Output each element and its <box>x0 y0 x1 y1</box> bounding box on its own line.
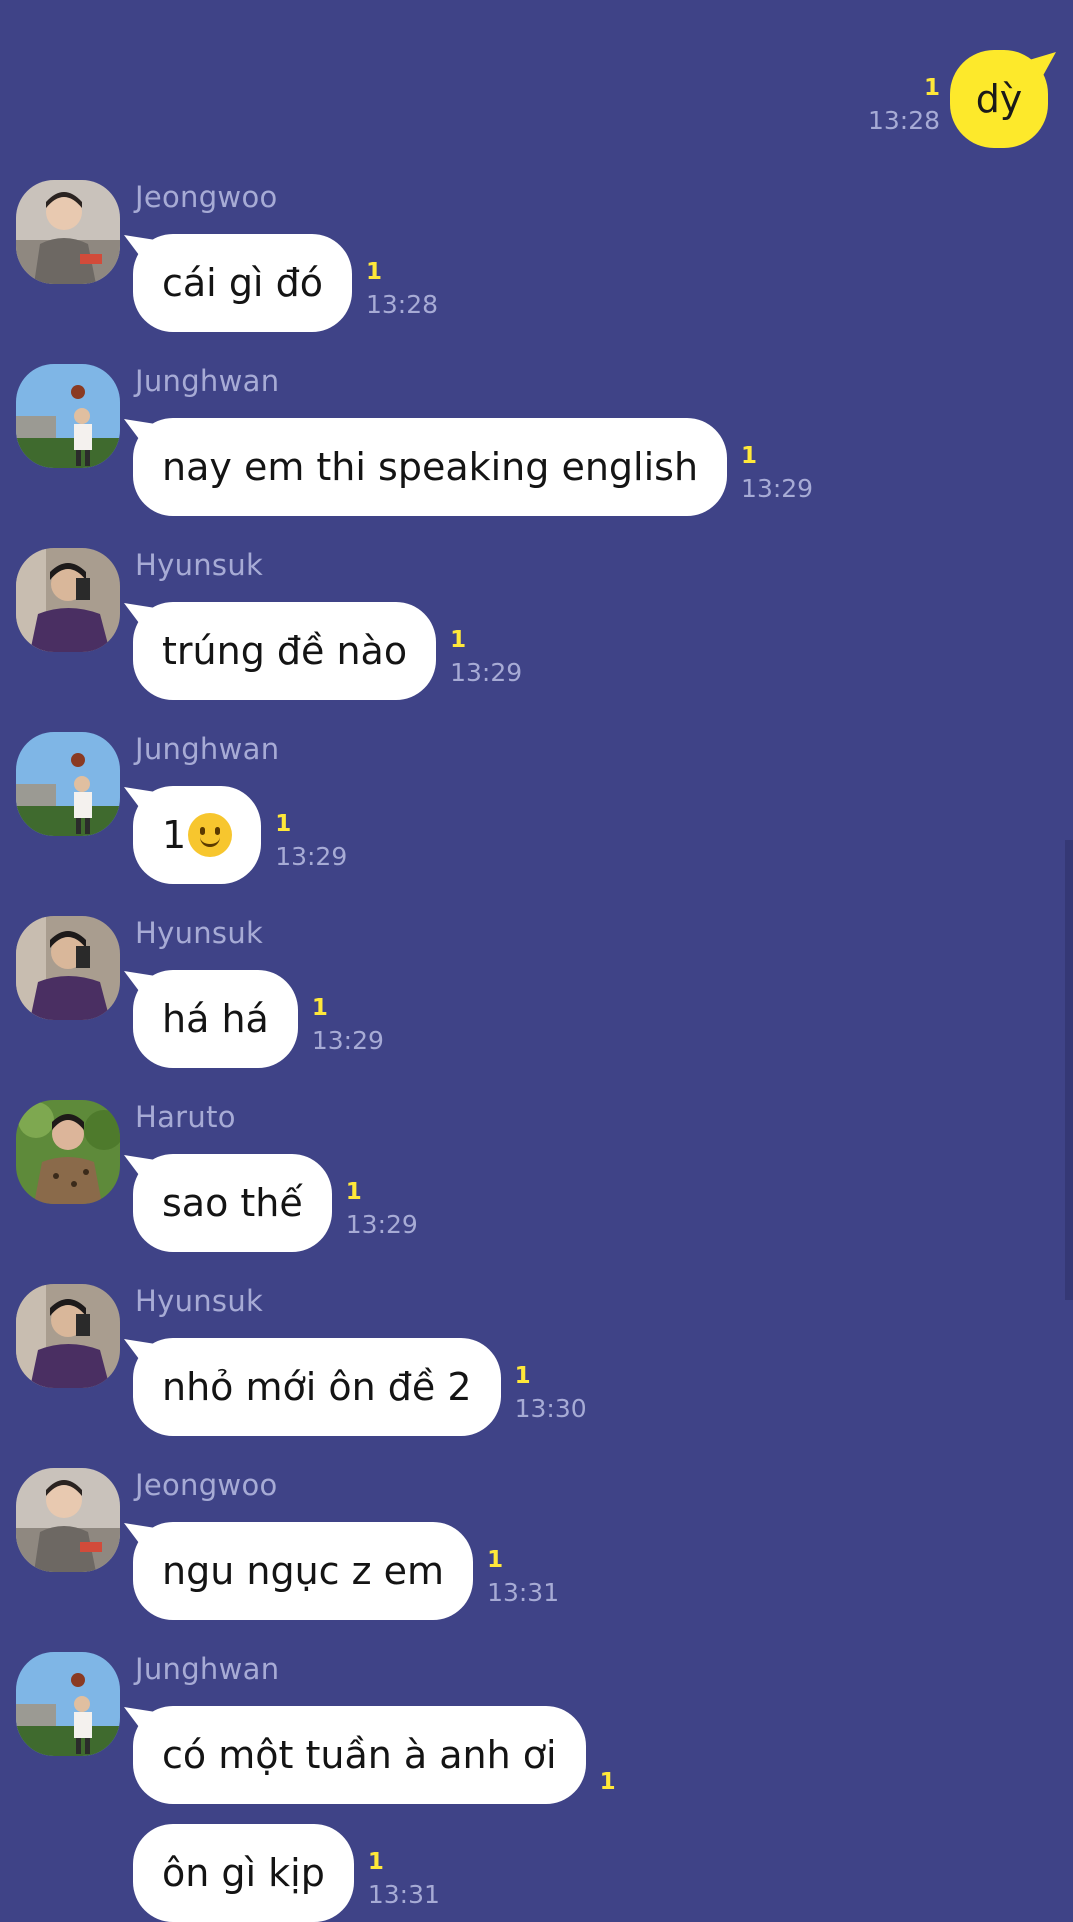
sender-name: Junghwan <box>135 364 280 398</box>
message-bubble[interactable]: trúng đề nào <box>133 602 437 700</box>
message-row: 1 1 13:29 <box>133 786 347 884</box>
unread-count: 1 <box>365 259 382 285</box>
message-meta: 1 13:29 <box>741 442 813 504</box>
sender-name: Jeongwoo <box>135 180 278 214</box>
message-meta: 1 13:31 <box>487 1546 559 1608</box>
message-time: 13:31 <box>367 1880 440 1909</box>
message-meta: 1 13:29 <box>275 810 347 872</box>
sender-name: Junghwan <box>135 732 280 766</box>
sender-name: Hyunsuk <box>135 548 264 582</box>
message-meta: 1 13:31 <box>368 1848 440 1910</box>
message-row: sao thế 1 13:29 <box>133 1154 418 1252</box>
unread-count: 1 <box>450 627 467 653</box>
avatar-hyunsuk[interactable] <box>16 548 120 652</box>
unread-count: 1 <box>275 811 292 837</box>
message-time: 13:29 <box>450 658 523 687</box>
message-time: 13:28 <box>365 290 438 319</box>
message-bubble[interactable]: có một tuần à anh ơi <box>133 1706 586 1804</box>
unread-count: 1 <box>311 995 328 1021</box>
message-meta: 1 13:29 <box>312 994 384 1056</box>
scrollbar[interactable] <box>1065 840 1073 1300</box>
sender-name: Hyunsuk <box>135 1284 264 1318</box>
message-bubble[interactable]: nhỏ mới ôn đề 2 <box>133 1338 501 1436</box>
avatar-hyunsuk[interactable] <box>16 916 120 1020</box>
avatar-jeongwoo[interactable] <box>16 1468 120 1572</box>
unread-count: 1 <box>599 1769 616 1795</box>
message-time: 13:29 <box>311 1026 384 1055</box>
message-meta: 1 13:28 <box>868 74 940 136</box>
unread-count: 1 <box>345 1179 362 1205</box>
message-meta: 1 13:30 <box>515 1362 587 1424</box>
avatar-hyunsuk[interactable] <box>16 1284 120 1388</box>
message-row: há há 1 13:29 <box>133 970 384 1068</box>
message-row: có một tuần à anh ơi 1 <box>133 1706 616 1804</box>
message-bubble[interactable]: sao thế <box>133 1154 332 1252</box>
message-time: 13:31 <box>487 1578 560 1607</box>
unread-count: 1 <box>741 443 758 469</box>
chat-room[interactable]: 1 13:28 dỳ Jeongwoo cái gì đó 1 13:28 Ju… <box>0 0 1073 1922</box>
avatar-jeongwoo[interactable] <box>16 180 120 284</box>
message-time: 13:28 <box>867 106 940 135</box>
message-time: 13:29 <box>275 842 348 871</box>
avatar-junghwan[interactable] <box>16 364 120 468</box>
sender-name: Haruto <box>135 1100 236 1134</box>
message-row: ôn gì kịp 1 13:31 <box>133 1824 440 1922</box>
message-meta: 1 13:29 <box>450 626 522 688</box>
message-row: ngu ngục z em 1 13:31 <box>133 1522 559 1620</box>
sender-name: Hyunsuk <box>135 916 264 950</box>
message-bubble[interactable]: cái gì đó <box>133 234 352 332</box>
message-bubble[interactable]: 1 <box>133 786 262 884</box>
unread-count: 1 <box>487 1547 504 1573</box>
avatar-junghwan[interactable] <box>16 732 120 836</box>
unread-count: 1 <box>514 1363 531 1389</box>
message-row: nay em thi speaking english 1 13:29 <box>133 418 813 516</box>
sender-name: Jeongwoo <box>135 1468 278 1502</box>
message-time: 13:29 <box>741 474 814 503</box>
message-meta: 1 13:29 <box>346 1178 418 1240</box>
message-meta: 1 13:28 <box>366 258 438 320</box>
message-bubble[interactable]: nay em thi speaking english <box>133 418 728 516</box>
unread-count: 1 <box>923 75 940 101</box>
message-bubble[interactable]: ôn gì kịp <box>133 1824 354 1922</box>
slightly-smiling-face-icon <box>188 813 233 857</box>
message-row: nhỏ mới ôn đề 2 1 13:30 <box>133 1338 587 1436</box>
avatar-haruto[interactable] <box>16 1100 120 1204</box>
message-text: 1 <box>162 813 187 857</box>
outgoing-message: 1 13:28 dỳ <box>0 50 1073 150</box>
message-bubble[interactable]: ngu ngục z em <box>133 1522 474 1620</box>
avatar-junghwan[interactable] <box>16 1652 120 1756</box>
unread-count: 1 <box>367 1849 384 1875</box>
message-bubble[interactable]: há há <box>133 970 298 1068</box>
message-row: cái gì đó 1 13:28 <box>133 234 438 332</box>
message-meta: 1 <box>600 1768 616 1796</box>
message-time: 13:30 <box>514 1394 587 1423</box>
sender-name: Junghwan <box>135 1652 280 1686</box>
outgoing-bubble[interactable]: dỳ <box>950 50 1048 148</box>
message-time: 13:29 <box>345 1210 418 1239</box>
message-row: trúng đề nào 1 13:29 <box>133 602 522 700</box>
